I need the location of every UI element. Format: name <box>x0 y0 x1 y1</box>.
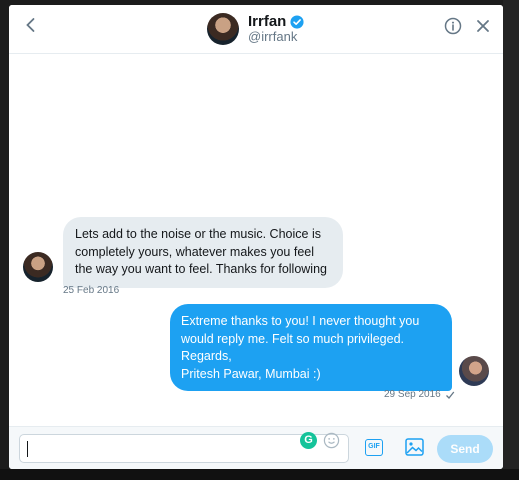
send-button[interactable]: Send <box>437 435 493 463</box>
close-icon[interactable] <box>475 18 491 34</box>
verified-badge-icon <box>290 14 304 29</box>
message-composer: G GIF Send <box>9 426 503 469</box>
incoming-message-text: Lets add to the noise or the music. Choi… <box>75 227 327 276</box>
sender-avatar[interactable] <box>23 252 53 282</box>
outgoing-timestamp: 29 Sep 2016 <box>384 389 441 400</box>
grammarly-icon[interactable]: G <box>300 432 317 449</box>
info-icon[interactable] <box>444 17 462 35</box>
incoming-timestamp: 25 Feb 2016 <box>63 285 120 296</box>
incoming-message: Lets add to the noise or the music. Choi… <box>63 217 343 288</box>
outgoing-timestamp-row: 29 Sep 2016 <box>384 389 455 400</box>
gif-button[interactable]: GIF <box>365 439 383 456</box>
emoji-icon[interactable] <box>323 432 340 449</box>
dm-window: Irrfan @irrfank Lets add to the noise or… <box>9 5 503 469</box>
header-avatar[interactable] <box>207 13 239 45</box>
outgoing-message: Extreme thanks to you! I never thought y… <box>170 304 452 391</box>
text-caret <box>27 441 28 457</box>
image-icon[interactable] <box>405 438 424 456</box>
window-edge <box>0 469 519 480</box>
own-avatar[interactable] <box>459 356 489 386</box>
header-profile[interactable]: Irrfan @irrfank <box>207 9 304 49</box>
checkmark-icon <box>445 391 455 399</box>
conversation-header: Irrfan @irrfank <box>9 5 503 54</box>
header-name[interactable]: Irrfan <box>248 13 286 30</box>
outgoing-message-line: Extreme thanks to you! I never thought y… <box>181 314 420 346</box>
header-handle: @irrfank <box>248 29 298 45</box>
outgoing-message-line: Regards, <box>181 349 232 363</box>
window-edge <box>503 0 519 480</box>
back-icon[interactable] <box>23 17 39 33</box>
outgoing-message-line: Pritesh Pawar, Mumbai :) <box>181 366 321 381</box>
